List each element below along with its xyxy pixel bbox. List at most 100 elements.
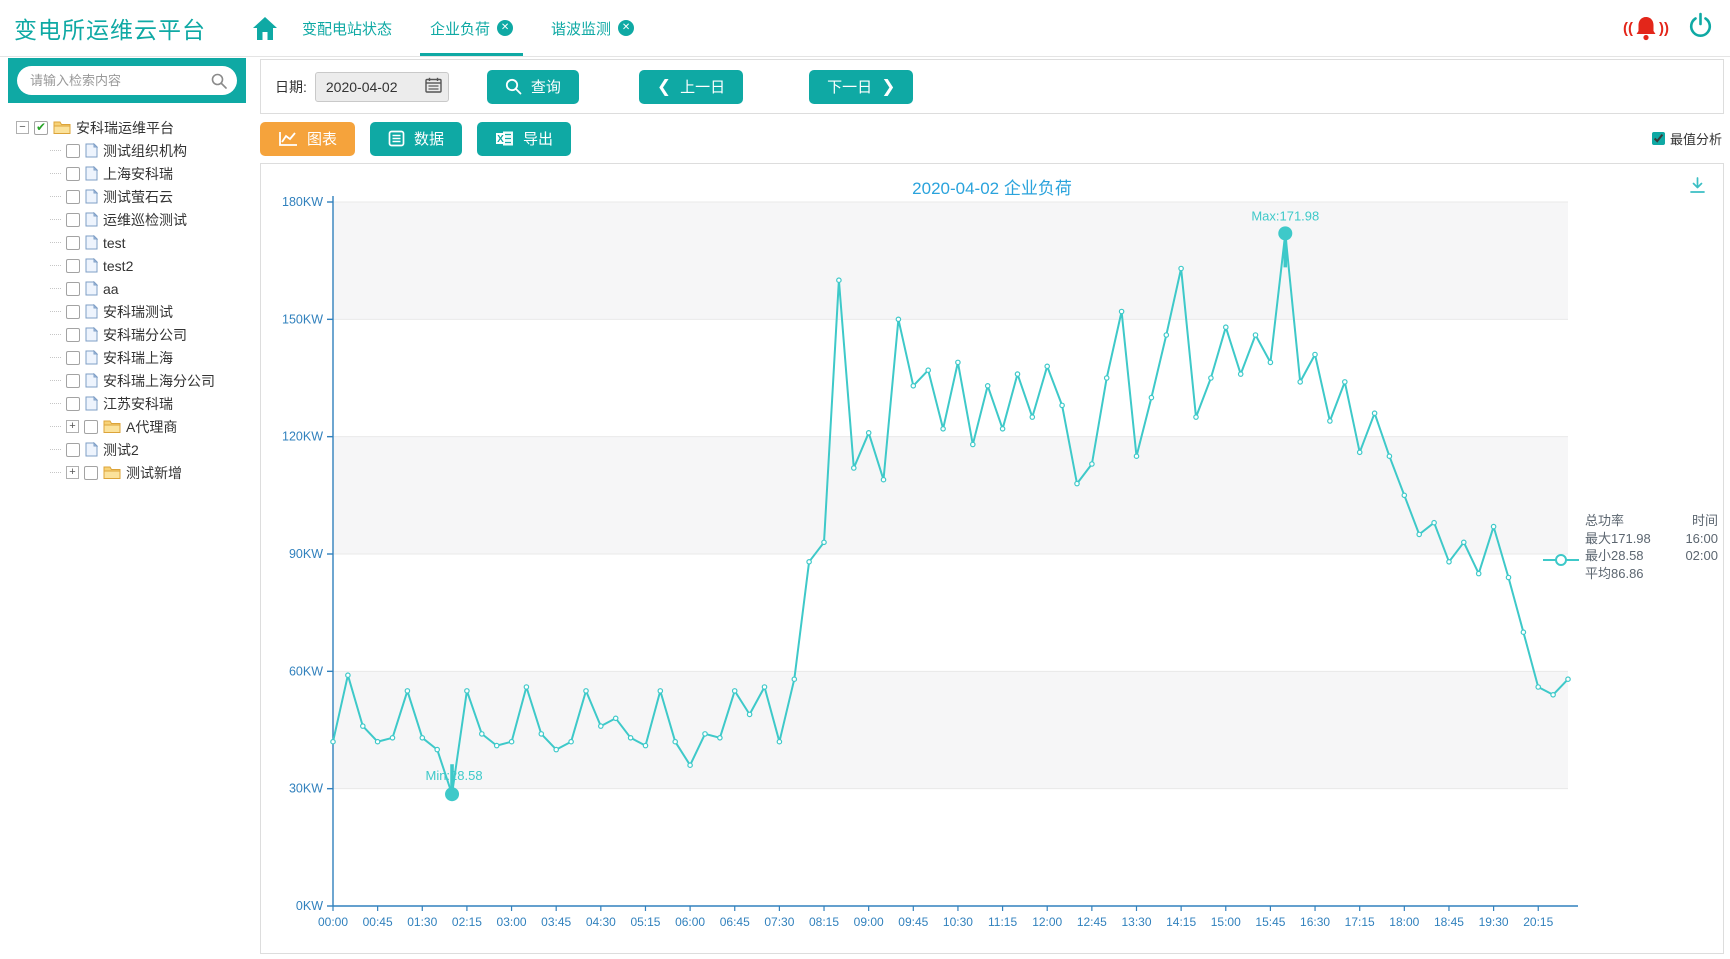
alarm-bell-icon[interactable]: (( )) — [1623, 14, 1669, 42]
tree-checkbox[interactable] — [66, 282, 80, 296]
calendar-icon[interactable] — [425, 77, 442, 96]
stats-power-header: 总功率 — [1585, 512, 1624, 530]
tree-item-label[interactable]: 安科瑞上海 — [103, 348, 173, 368]
search-input[interactable] — [17, 66, 237, 95]
home-icon[interactable] — [252, 15, 278, 41]
tree-checkbox[interactable] — [66, 213, 80, 227]
tab-2[interactable]: 谐波监测 ✕ — [549, 0, 636, 56]
tree-item[interactable]: 测试萤石云 — [50, 185, 250, 208]
series-legend-icon[interactable] — [1543, 553, 1579, 572]
tab-1[interactable]: 企业负荷✕ — [428, 0, 515, 56]
tree-item-label[interactable]: 安科瑞上海分公司 — [103, 371, 215, 391]
collapse-icon[interactable]: − — [16, 121, 29, 134]
stats-header-row: 总功率 时间 — [1585, 512, 1718, 530]
search-icon[interactable] — [211, 73, 227, 94]
tree-checkbox[interactable] — [34, 121, 48, 135]
tree-item-label[interactable]: 测试新增 — [126, 463, 182, 483]
tree-checkbox[interactable] — [66, 351, 80, 365]
tree-checkbox[interactable] — [84, 420, 98, 434]
data-list-icon — [388, 130, 405, 147]
tab-0[interactable]: 变配电站状态 — [300, 0, 394, 56]
tree-checkbox[interactable] — [66, 190, 80, 204]
tree-item-label[interactable]: test — [103, 235, 126, 251]
tree-item[interactable]: 安科瑞上海分公司 — [50, 369, 250, 392]
tab-close-icon[interactable]: ✕ — [618, 20, 634, 36]
stats-panel: 总功率 时间 最大171.98 16:00 最小28.58 02:00 平均86… — [1585, 512, 1718, 582]
svg-text:180KW: 180KW — [282, 195, 323, 209]
next-day-button[interactable]: 下一日 ❯ — [809, 70, 913, 104]
tab-close-icon[interactable]: ✕ — [497, 20, 513, 36]
tree-item-label[interactable]: 江苏安科瑞 — [103, 394, 173, 414]
date-value: 2020-04-02 — [326, 79, 398, 95]
tab-label: 谐波监测 — [551, 18, 611, 39]
tree-item[interactable]: 安科瑞测试 — [50, 300, 250, 323]
tree-checkbox[interactable] — [66, 443, 80, 457]
power-icon[interactable] — [1687, 12, 1714, 44]
tree-item[interactable]: test2 — [50, 254, 250, 277]
tree-item-label[interactable]: 运维巡检测试 — [103, 210, 187, 230]
data-view-button[interactable]: 数据 — [370, 122, 462, 156]
tree-checkbox[interactable] — [84, 466, 98, 480]
toolbar: 日期: 2020-04-02 查询 ❮ 上一日 — [260, 59, 1724, 114]
tree-item[interactable]: 上海安科瑞 — [50, 162, 250, 185]
tree-item[interactable]: 运维巡检测试 — [50, 208, 250, 231]
tree-item[interactable]: + 测试新增 — [50, 461, 250, 484]
prev-day-button[interactable]: ❮ 上一日 — [639, 70, 743, 104]
tree-checkbox[interactable] — [66, 374, 80, 388]
tree-connector — [50, 449, 61, 450]
tree-checkbox[interactable] — [66, 305, 80, 319]
tree-root-item[interactable]: − 安科瑞运维平台 — [16, 116, 250, 139]
max-analysis-checkbox[interactable] — [1652, 132, 1665, 145]
tree-item[interactable]: 江苏安科瑞 — [50, 392, 250, 415]
download-icon[interactable] — [1688, 176, 1707, 200]
file-icon — [85, 396, 98, 411]
tree-item[interactable]: test — [50, 231, 250, 254]
file-icon — [85, 350, 98, 365]
svg-text:09:45: 09:45 — [898, 915, 928, 929]
tree-item[interactable]: 安科瑞分公司 — [50, 323, 250, 346]
svg-text:120KW: 120KW — [282, 430, 323, 444]
tree-item-label[interactable]: 上海安科瑞 — [103, 164, 173, 184]
tree-item[interactable]: 测试组织机构 — [50, 139, 250, 162]
tree-item-label[interactable]: 安科瑞分公司 — [103, 325, 187, 345]
expand-icon[interactable]: + — [66, 466, 79, 479]
tree-item-label[interactable]: 安科瑞运维平台 — [76, 118, 174, 138]
excel-icon: X — [495, 130, 514, 147]
tree-item[interactable]: 安科瑞上海 — [50, 346, 250, 369]
file-icon — [85, 166, 98, 181]
folder-icon — [53, 120, 71, 135]
tree-checkbox[interactable] — [66, 236, 80, 250]
expand-icon[interactable]: + — [66, 420, 79, 433]
stats-max-row: 最大171.98 16:00 — [1585, 530, 1718, 548]
tree-item-label[interactable]: 安科瑞测试 — [103, 302, 173, 322]
svg-text:18:45: 18:45 — [1434, 915, 1464, 929]
date-input[interactable]: 2020-04-02 — [315, 72, 449, 102]
svg-text:14:15: 14:15 — [1166, 915, 1196, 929]
query-label: 查询 — [531, 76, 561, 97]
load-chart[interactable]: 0KW30KW60KW90KW120KW150KW180KW00:0000:45… — [261, 190, 1596, 953]
tree-item-label[interactable]: A代理商 — [126, 417, 177, 437]
svg-text:0KW: 0KW — [296, 899, 323, 913]
tree-checkbox[interactable] — [66, 144, 80, 158]
tree-item-label[interactable]: 测试萤石云 — [103, 187, 173, 207]
query-button[interactable]: 查询 — [487, 70, 579, 104]
tree-item[interactable]: + A代理商 — [50, 415, 250, 438]
tree-item[interactable]: 测试2 — [50, 438, 250, 461]
max-analysis-toggle[interactable]: 最值分析 — [1652, 129, 1724, 148]
svg-text:07:30: 07:30 — [764, 915, 794, 929]
tree-item-label[interactable]: test2 — [103, 258, 133, 274]
tree-item-label[interactable]: aa — [103, 281, 119, 297]
tree-checkbox[interactable] — [66, 167, 80, 181]
svg-text:15:45: 15:45 — [1255, 915, 1285, 929]
tree-checkbox[interactable] — [66, 397, 80, 411]
export-button[interactable]: X 导出 — [477, 122, 571, 156]
svg-text:Min:28.58: Min:28.58 — [425, 768, 482, 783]
tree-checkbox[interactable] — [66, 259, 80, 273]
tree-checkbox[interactable] — [66, 328, 80, 342]
file-icon — [85, 258, 98, 273]
tree-item-label[interactable]: 测试组织机构 — [103, 141, 187, 161]
chart-view-button[interactable]: 图表 — [260, 122, 355, 156]
next-day-label: 下一日 — [827, 76, 872, 97]
tree-item[interactable]: aa — [50, 277, 250, 300]
tree-item-label[interactable]: 测试2 — [103, 440, 139, 460]
